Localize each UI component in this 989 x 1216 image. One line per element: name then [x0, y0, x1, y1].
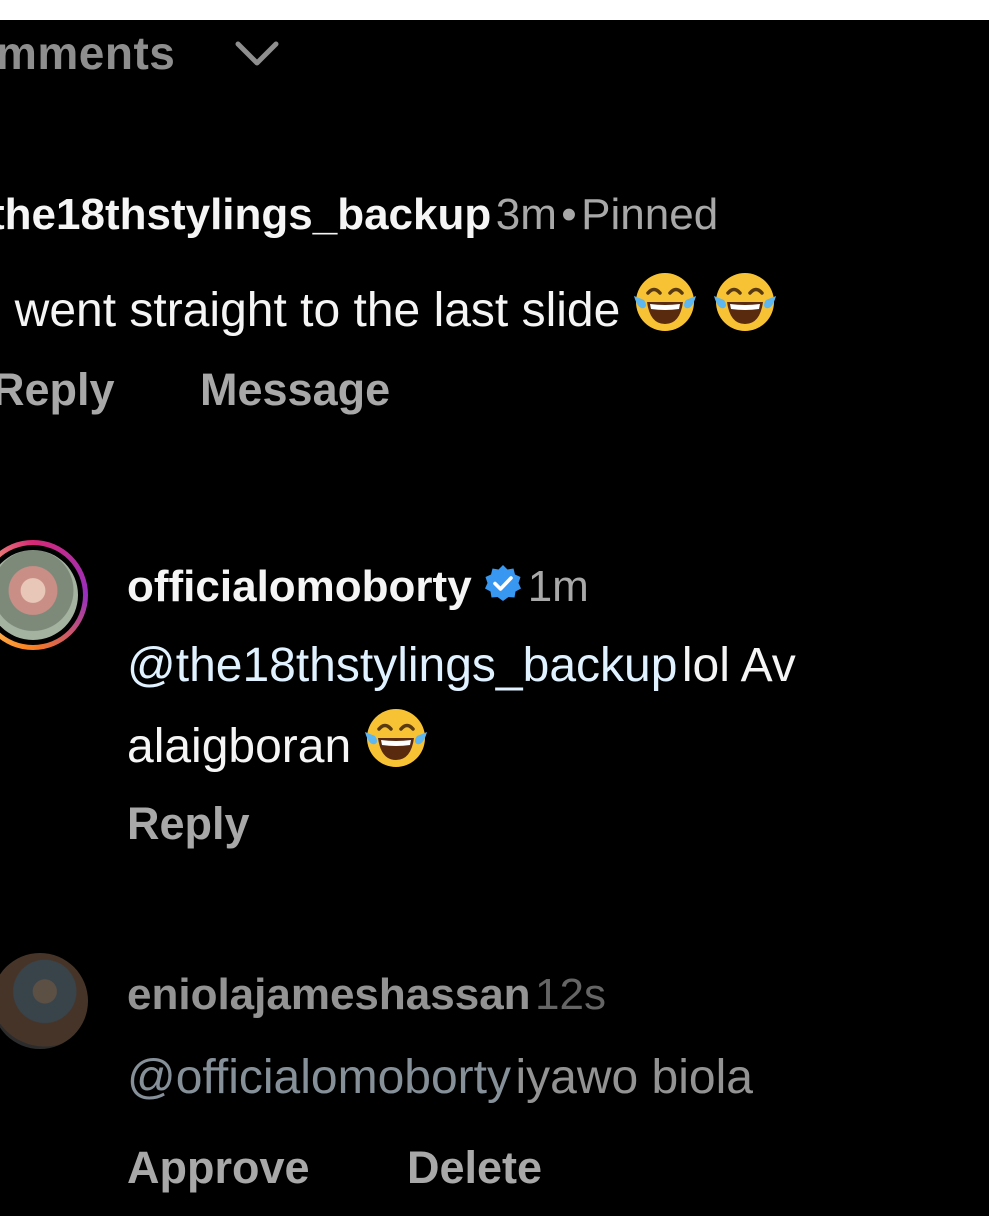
comment-text: @officialomoborty iyawo biola [127, 1050, 753, 1105]
message-button[interactable]: Message [200, 364, 390, 416]
comment-time: 12s [535, 970, 606, 1019]
delete-button[interactable]: Delete [407, 1142, 542, 1194]
comment-body: lol Av [681, 639, 796, 692]
laughing-tears-emoji-icon [714, 273, 777, 331]
comment-text: @the18thstylings_backup lol Av [127, 638, 796, 693]
avatar-ring-gap [0, 545, 83, 645]
reply-button[interactable]: Reply [127, 798, 250, 850]
comment-text-line: alaigboran [127, 702, 431, 774]
laughing-tears-emoji-icon [634, 273, 697, 331]
comment-header: eniolajameshassan 12s [127, 970, 606, 1020]
comments-header-title[interactable]: mments [0, 26, 175, 80]
mention-link[interactable]: @the18thstylings_backup [127, 639, 677, 692]
mention-link[interactable]: @officialomoborty [127, 1051, 511, 1104]
avatar[interactable] [0, 953, 88, 1049]
comments-screen: mments the18thstylings_backup 3m • Pinne… [0, 20, 989, 1216]
laughing-tears-emoji-icon [365, 709, 428, 767]
comment-body: I went straight to the last slide [0, 284, 621, 337]
comment-body: iyawo biola [515, 1051, 753, 1104]
comment-time: 1m [527, 562, 589, 611]
approve-button[interactable]: Approve [127, 1142, 310, 1194]
reply-button[interactable]: Reply [0, 364, 115, 416]
avatar [0, 550, 78, 640]
comment-username[interactable]: eniolajameshassan [127, 970, 531, 1019]
comment-username[interactable]: the18thstylings_backup [0, 190, 491, 239]
chevron-down-icon[interactable] [232, 36, 282, 70]
comment-username[interactable]: officialomoborty [127, 562, 472, 611]
comment-header: officialomoborty 1m [127, 562, 589, 612]
pinned-label: Pinned [581, 190, 719, 239]
separator-dot: • [561, 190, 577, 239]
comment-text: I went straight to the last slide [0, 266, 780, 338]
avatar-story-ring[interactable] [0, 540, 88, 650]
comment-time: 3m [495, 190, 557, 239]
verified-badge-icon [484, 565, 521, 601]
comment-header: the18thstylings_backup 3m • Pinned [0, 190, 718, 240]
comment-body: alaigboran [127, 720, 352, 773]
